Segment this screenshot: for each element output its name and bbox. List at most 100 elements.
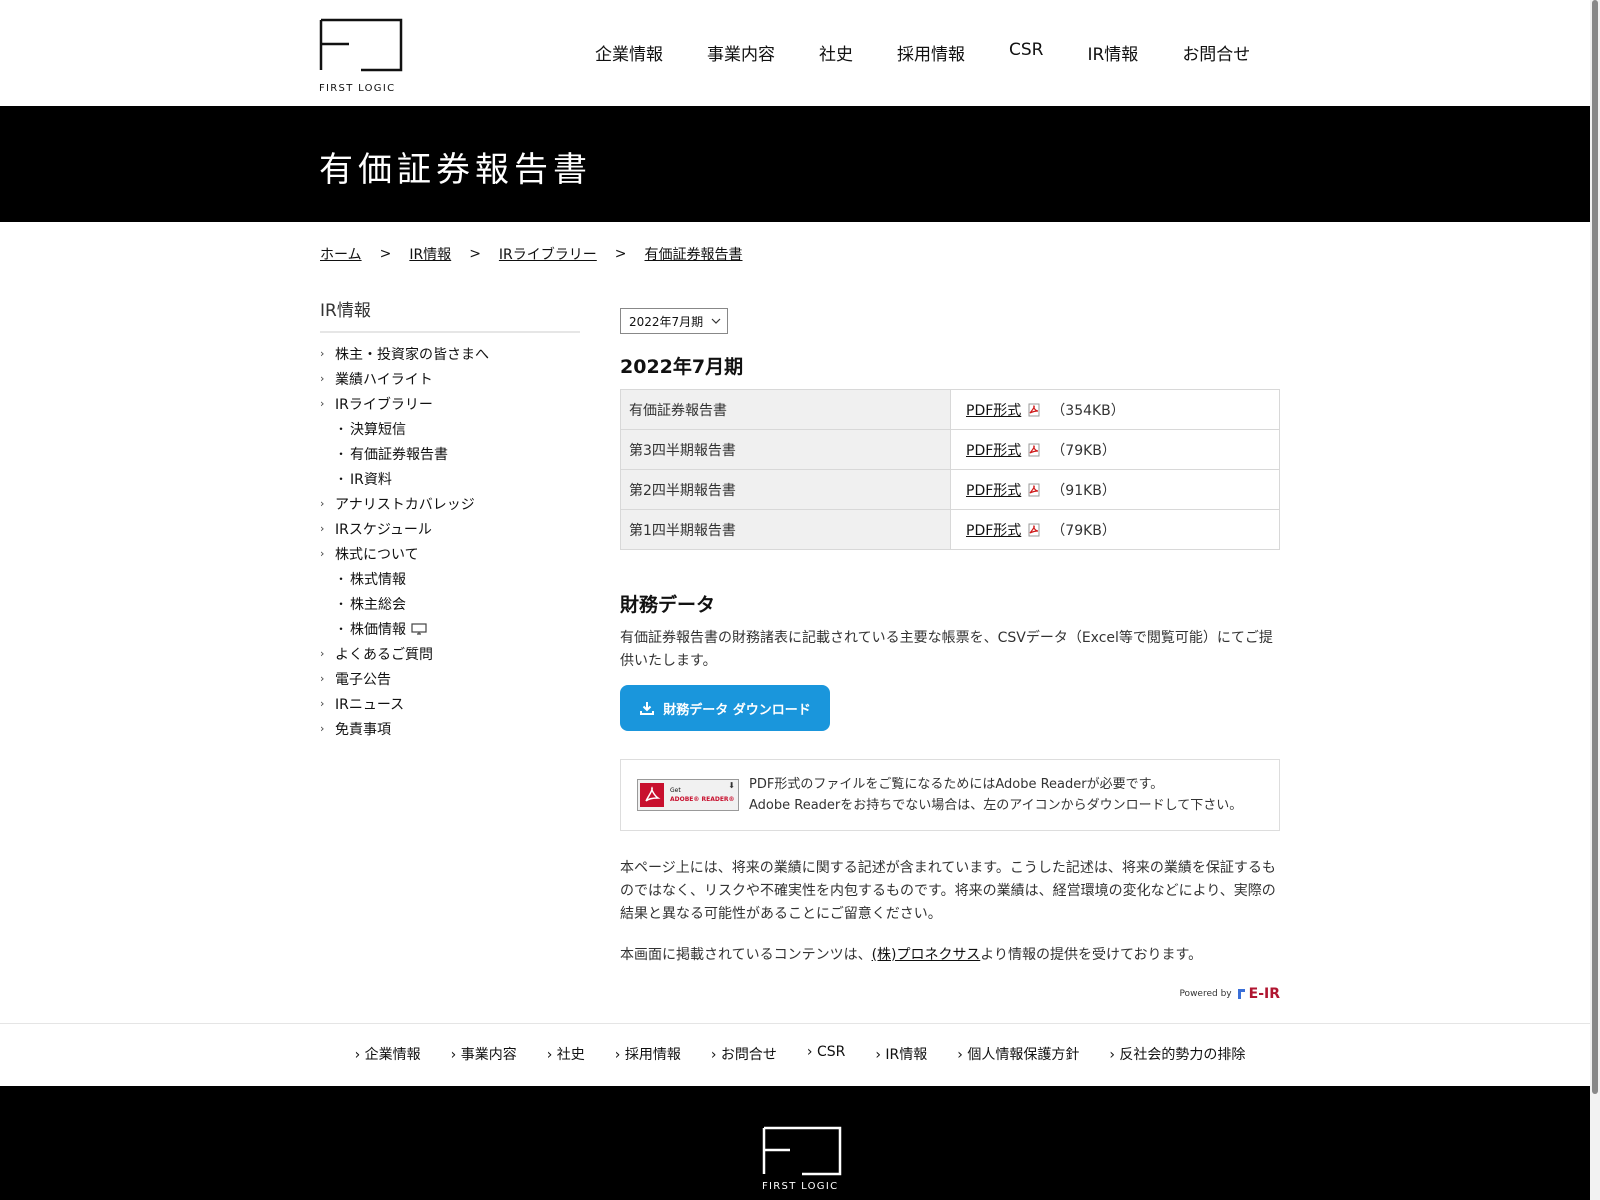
sidebar-item-label: アナリストカバレッジ xyxy=(335,496,475,513)
breadcrumb-current[interactable]: 有価証券報告書 xyxy=(645,244,743,264)
table-row: 第1四半期報告書 PDF形式 （79KB） xyxy=(620,509,1280,550)
pdf-icon[interactable] xyxy=(1027,403,1041,417)
chevron-right-icon: › xyxy=(320,397,325,410)
report-name: 第3四半期報告書 xyxy=(620,429,951,470)
gnav-contact[interactable]: お問合せ xyxy=(1182,40,1250,65)
pdf-icon[interactable] xyxy=(1027,443,1041,457)
sidebar-subitem[interactable]: ・ IR資料 xyxy=(320,466,580,491)
pdf-link[interactable]: PDF形式 xyxy=(966,443,1021,459)
adobe-badge-text: Get ADOBE® READER® xyxy=(670,786,735,804)
gnav-ir[interactable]: IR情報 xyxy=(1087,40,1138,65)
sidebar-item-label: 株式について xyxy=(335,546,419,563)
page-title: 有価証券報告書 xyxy=(319,150,592,190)
gnav-company[interactable]: 企業情報 xyxy=(595,40,663,65)
get-adobe-reader-badge[interactable]: Get ADOBE® READER® ⬇ xyxy=(637,779,739,811)
sidebar-item[interactable]: › IRスケジュール xyxy=(320,516,580,541)
sidebar-item[interactable]: › 免責事項 xyxy=(320,716,580,741)
chevron-right-icon: › xyxy=(320,722,325,735)
pdf-link[interactable]: PDF形式 xyxy=(966,523,1021,539)
report-name: 第2四半期報告書 xyxy=(620,469,951,510)
adobe-badge-get: Get xyxy=(670,787,681,794)
forward-looking-disclaimer: 本ページ上には、将来の業績に関する記述が含まれています。こうした記述は、将来の業… xyxy=(620,860,1276,922)
scrollbar[interactable] xyxy=(1590,0,1600,1200)
table-row: 第2四半期報告書 PDF形式 （91KB） xyxy=(620,469,1280,510)
pdf-link[interactable]: PDF形式 xyxy=(966,403,1021,419)
chevron-right-icon: › xyxy=(875,1047,886,1063)
footer-nav-label: CSR xyxy=(816,1044,846,1060)
breadcrumb-separator: > xyxy=(614,246,627,262)
adobe-reader-icon xyxy=(640,783,664,807)
breadcrumb-ir[interactable]: IR情報 xyxy=(409,244,451,264)
breadcrumb-ir-library[interactable]: IRライブラリー xyxy=(499,244,597,264)
gnav-history[interactable]: 社史 xyxy=(819,40,853,65)
footer-nav-link[interactable]: › 事業内容 xyxy=(451,1044,517,1064)
footer-nav-link[interactable]: › 社史 xyxy=(547,1044,585,1064)
chevron-right-icon: › xyxy=(1109,1047,1120,1063)
sidebar-item[interactable]: › 業績ハイライト xyxy=(320,366,580,391)
sidebar-item[interactable]: › 電子公告 xyxy=(320,666,580,691)
main-content: 2022年7月期 2022年7月期 有価証券報告書 PDF形式 （354KB） 第3四… xyxy=(620,308,1280,1002)
adobe-notice-text: PDF形式のファイルをご覧になるためにはAdobe Readerが必要です。 A… xyxy=(749,774,1242,816)
first-logic-logo[interactable]: FIRST LOGIC xyxy=(319,18,403,94)
breadcrumb-separator: > xyxy=(379,246,392,262)
sidebar-subitem[interactable]: ・決算短信 xyxy=(320,416,580,441)
file-size: （91KB） xyxy=(1051,482,1116,499)
chevron-right-icon: › xyxy=(614,1047,625,1063)
financial-data-download-button[interactable]: 財務データ ダウンロード xyxy=(620,685,830,731)
gnav-business[interactable]: 事業内容 xyxy=(707,40,775,65)
logo-text: FIRST LOGIC xyxy=(319,83,396,94)
sidebar-subitem[interactable]: ・株価情報 xyxy=(320,616,580,641)
footer-nav-link[interactable]: › 反社会的勢力の排除 xyxy=(1109,1044,1245,1064)
gnav-recruit[interactable]: 採用情報 xyxy=(897,40,965,65)
logo-mark-icon xyxy=(319,18,403,72)
footer-nav-link[interactable]: › CSR xyxy=(807,1044,845,1064)
footer-nav-link[interactable]: › IR情報 xyxy=(875,1044,927,1064)
chevron-right-icon: › xyxy=(546,1047,557,1063)
footer-nav-label: お問合せ xyxy=(720,1047,777,1063)
sidebar-subitem[interactable]: ・株主総会 xyxy=(320,591,580,616)
report-link-cell: PDF形式 （91KB） xyxy=(950,469,1280,510)
global-nav: 企業情報 事業内容 社史 採用情報 CSR IR情報 お問合せ xyxy=(595,40,1294,65)
logo-mark-icon xyxy=(762,1126,842,1176)
pronexus-link[interactable]: (株)プロネクサス xyxy=(872,947,981,963)
powered-by-eir[interactable]: Powered by E-IR xyxy=(620,986,1280,1002)
sidebar-item[interactable]: › IRライブラリー xyxy=(320,391,580,416)
sidebar-subitem[interactable]: ・株式情報 xyxy=(320,566,580,591)
bullet-icon: ・ xyxy=(335,622,348,636)
pdf-link[interactable]: PDF形式 xyxy=(966,483,1021,499)
sidebar-title: IR情報 xyxy=(320,296,580,333)
sidebar-item[interactable]: › アナリストカバレッジ xyxy=(320,491,580,516)
pdf-icon[interactable] xyxy=(1027,523,1041,537)
breadcrumb-home[interactable]: ホーム xyxy=(320,244,362,264)
breadcrumb: ホーム > IR情報 > IRライブラリー > 有価証券報告書 xyxy=(320,244,743,264)
report-name: 第1四半期報告書 xyxy=(620,509,951,550)
sidebar-item[interactable]: › 株主・投資家の皆さまへ xyxy=(320,341,580,366)
reports-table: 有価証券報告書 PDF形式 （354KB） 第3四半期報告書 PDF形式 （79KB） 第2… xyxy=(620,389,1280,550)
title-band: 有価証券報告書 xyxy=(0,106,1600,222)
report-name: 有価証券報告書 xyxy=(620,389,951,430)
table-row: 有価証券報告書 PDF形式 （354KB） xyxy=(620,389,1280,430)
chevron-right-icon: › xyxy=(450,1047,461,1063)
sidebar-item-label: 株式情報 xyxy=(350,571,406,588)
eir-brand: E-IR xyxy=(1248,986,1280,1002)
footer-nav-link[interactable]: › お問合せ xyxy=(711,1044,777,1064)
chevron-right-icon: › xyxy=(320,547,325,560)
scrollbar-thumb[interactable] xyxy=(1592,0,1598,1094)
period-select[interactable]: 2022年7月期 xyxy=(620,308,728,334)
footer-nav-link[interactable]: › 企業情報 xyxy=(355,1044,421,1064)
site-header: FIRST LOGIC 企業情報 事業内容 社史 採用情報 CSR IR情報 お… xyxy=(0,0,1600,106)
footer-nav-label: 採用情報 xyxy=(624,1047,681,1063)
sidebar-item[interactable]: › よくあるご質問 xyxy=(320,641,580,666)
file-size: （354KB） xyxy=(1051,402,1125,419)
sidebar-item-label: 有価証券報告書 xyxy=(350,446,448,463)
footer-nav-label: 社史 xyxy=(556,1047,585,1063)
sidebar-subitem[interactable]: ・有価証券報告書 xyxy=(320,441,580,466)
sidebar-item[interactable]: › IRニュース xyxy=(320,691,580,716)
footer-nav-link[interactable]: › 個人情報保護方針 xyxy=(957,1044,1079,1064)
footer-nav-link[interactable]: › 採用情報 xyxy=(615,1044,681,1064)
sidebar-item[interactable]: › 株式について xyxy=(320,541,580,566)
chevron-right-icon: › xyxy=(320,372,325,385)
gnav-csr[interactable]: CSR xyxy=(1009,40,1043,65)
footer-logo[interactable]: FIRST LOGIC xyxy=(762,1126,842,1192)
pdf-icon[interactable] xyxy=(1027,483,1041,497)
